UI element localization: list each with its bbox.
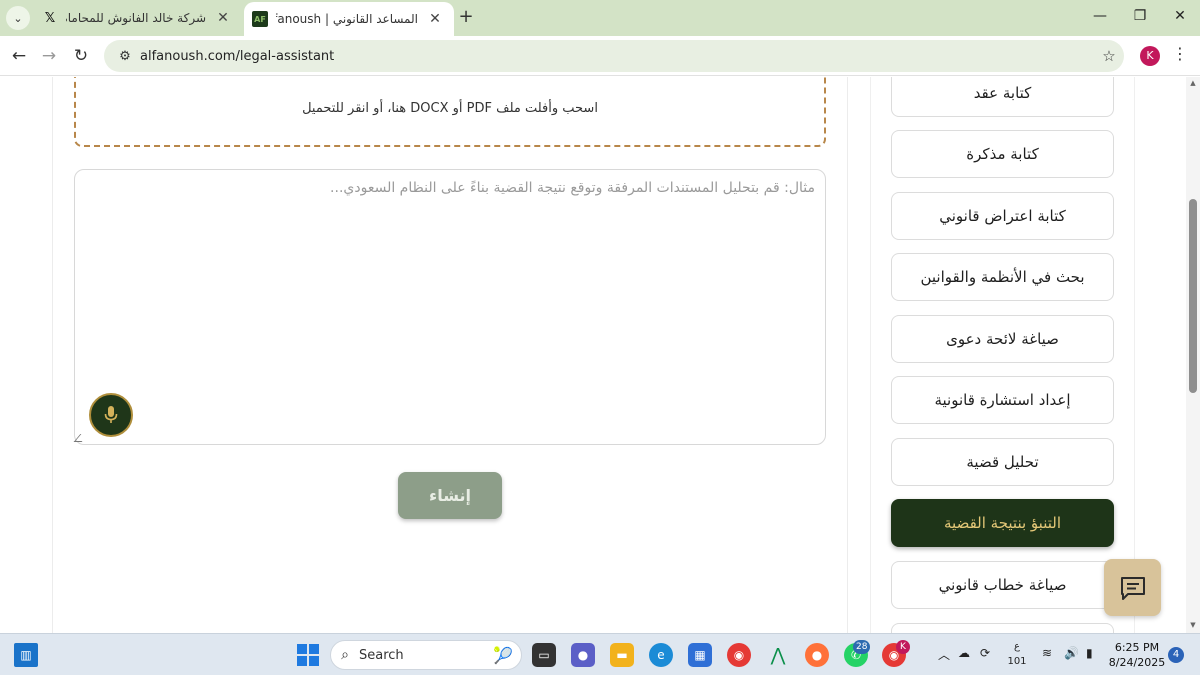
minimize-icon[interactable]: —: [1090, 8, 1110, 28]
browser-menu-icon[interactable]: ⋮: [1172, 44, 1188, 68]
sidebar-item-write-memo[interactable]: كتابة مذكرة: [891, 130, 1114, 178]
notification-count-badge[interactable]: 4: [1168, 647, 1184, 663]
tab-search-chevron-icon[interactable]: ⌄: [6, 6, 30, 30]
microphone-button[interactable]: [89, 393, 133, 437]
sidebar-item-legal-objection[interactable]: كتابة اعتراض قانوني: [891, 192, 1114, 240]
task-sidebar: كتابة عقد كتابة مذكرة كتابة اعتراض قانون…: [870, 77, 1135, 633]
android-studio-icon[interactable]: ⋀: [766, 643, 790, 667]
url-text[interactable]: alfanoush.com/legal-assistant: [140, 49, 1094, 64]
sidebar-item-predict-outcome[interactable]: التنبؤ بنتيجة القضية: [891, 499, 1114, 547]
volume-icon[interactable]: 🔊: [1064, 646, 1079, 660]
textarea-resize-handle[interactable]: [73, 434, 89, 442]
tab-alfanoush-law-firm[interactable]: 𝕏 شركة خالد الفانوش للمحاماة و الا ✕: [34, 0, 242, 36]
clock-date: 8/24/2025: [1108, 656, 1166, 669]
prompt-box: [73, 169, 826, 445]
site-settings-icon[interactable]: ⚙: [110, 49, 140, 64]
address-bar[interactable]: ⚙ alfanoush.com/legal-assistant ☆: [104, 40, 1124, 72]
file-dropzone[interactable]: اسحب وأفلت ملف PDF أو DOCX هنا، أو انقر …: [74, 77, 826, 147]
close-icon[interactable]: ✕: [426, 10, 444, 28]
dropzone-text: اسحب وأفلت ملف PDF أو DOCX هنا، أو انقر …: [302, 100, 598, 116]
tray-chevron-up-icon[interactable]: ︿: [938, 646, 950, 663]
x-logo-icon: 𝕏: [44, 10, 56, 26]
file-explorer-icon[interactable]: ▬: [610, 643, 634, 667]
onedrive-cloud-icon[interactable]: ☁: [958, 646, 970, 660]
battery-icon[interactable]: ▮: [1086, 646, 1093, 660]
microsoft-store-icon[interactable]: ▦: [688, 643, 712, 667]
microphone-icon: [104, 406, 118, 423]
chrome-profile-badge: K: [896, 640, 910, 654]
weather-widget[interactable]: ع 101: [1006, 639, 1028, 669]
chat-icon: [1120, 576, 1145, 600]
search-icon: ⌕: [341, 647, 349, 663]
profile-avatar[interactable]: K: [1140, 46, 1160, 66]
sidebar-item-case-analysis[interactable]: تحليل قضية: [891, 438, 1114, 486]
taskbar-search-label: Search: [359, 647, 404, 663]
wifi-icon[interactable]: ≋: [1042, 646, 1052, 660]
teams-chat-icon[interactable]: ●: [571, 643, 595, 667]
taskbar-clock[interactable]: 6:25 PM 8/24/2025: [1106, 640, 1168, 670]
scrollbar-thumb[interactable]: [1189, 199, 1197, 393]
browser-toolbar: ← → ↻ ⚙ alfanoush.com/legal-assistant ☆: [0, 36, 1200, 76]
page-content: اسحب وأفلت ملف PDF أو DOCX هنا، أو انقر …: [0, 77, 1200, 633]
chrome-icon[interactable]: ◉: [727, 643, 751, 667]
sidebar-item-legal-letter[interactable]: صياغة خطاب قانوني: [891, 561, 1114, 609]
bookmark-star-icon[interactable]: ☆: [1094, 47, 1124, 65]
scroll-up-arrow-icon[interactable]: ▲: [1188, 79, 1198, 89]
sidebar-item-write-contract[interactable]: كتابة عقد: [891, 77, 1114, 117]
windows-taskbar: ▥ ⌕ Search 🎾 ▭ ● ▬ e ▦ ◉ ⋀ ● ✆ 28 ◉ K ︿ …: [0, 633, 1200, 675]
clock-time: 6:25 PM: [1114, 641, 1160, 654]
scroll-down-arrow-icon[interactable]: ▼: [1188, 621, 1198, 631]
tab-title: شركة خالد الفانوش للمحاماة و الا: [66, 11, 206, 25]
edge-browser-icon[interactable]: e: [649, 643, 673, 667]
restore-icon[interactable]: ❐: [1130, 8, 1150, 28]
alfanoush-favicon-icon: AF: [252, 11, 268, 27]
reload-icon[interactable]: ↻: [70, 45, 92, 67]
weather-bottom-text: 101: [1007, 656, 1027, 667]
close-icon[interactable]: ✕: [214, 9, 232, 27]
widgets-icon[interactable]: ▥: [14, 643, 38, 667]
sidebar-item-legal-consultation[interactable]: إعداد استشارة قانونية: [891, 376, 1114, 424]
sidebar-item-search-laws[interactable]: بحث في الأنظمة والقوانين: [891, 253, 1114, 301]
chat-button[interactable]: [1104, 559, 1161, 616]
windows-logo-icon: [297, 644, 319, 666]
new-tab-plus-icon[interactable]: +: [456, 8, 476, 28]
tab-legal-assistant[interactable]: AF المساعد القانوني | Al-fanoush ✕: [244, 2, 454, 36]
tab-title: المساعد القانوني | Al-fanoush: [276, 12, 418, 26]
back-arrow-icon[interactable]: ←: [8, 45, 30, 67]
taskbar-search-box[interactable]: ⌕ Search 🎾: [330, 640, 522, 670]
forward-arrow-icon[interactable]: →: [38, 45, 60, 67]
create-button[interactable]: إنشاء: [398, 472, 502, 519]
firefox-icon[interactable]: ●: [805, 643, 829, 667]
search-highlight-tennis-icon: 🎾: [493, 645, 513, 665]
start-windows-icon[interactable]: [296, 643, 320, 667]
page-scrollbar[interactable]: ▲ ▼: [1186, 77, 1200, 633]
task-view-icon[interactable]: ▭: [532, 643, 556, 667]
sidebar-item-partial[interactable]: [891, 623, 1114, 633]
whatsapp-badge: 28: [853, 640, 871, 654]
weather-top-text: ع: [1014, 641, 1020, 652]
sync-icon[interactable]: ⟳: [980, 646, 990, 660]
window-close-icon[interactable]: ✕: [1170, 8, 1190, 28]
prompt-textarea[interactable]: [85, 180, 815, 380]
browser-tab-strip: ⌄ 𝕏 شركة خالد الفانوش للمحاماة و الا ✕ A…: [0, 0, 1200, 36]
sidebar-item-draft-lawsuit[interactable]: صياغة لائحة دعوى: [891, 315, 1114, 363]
